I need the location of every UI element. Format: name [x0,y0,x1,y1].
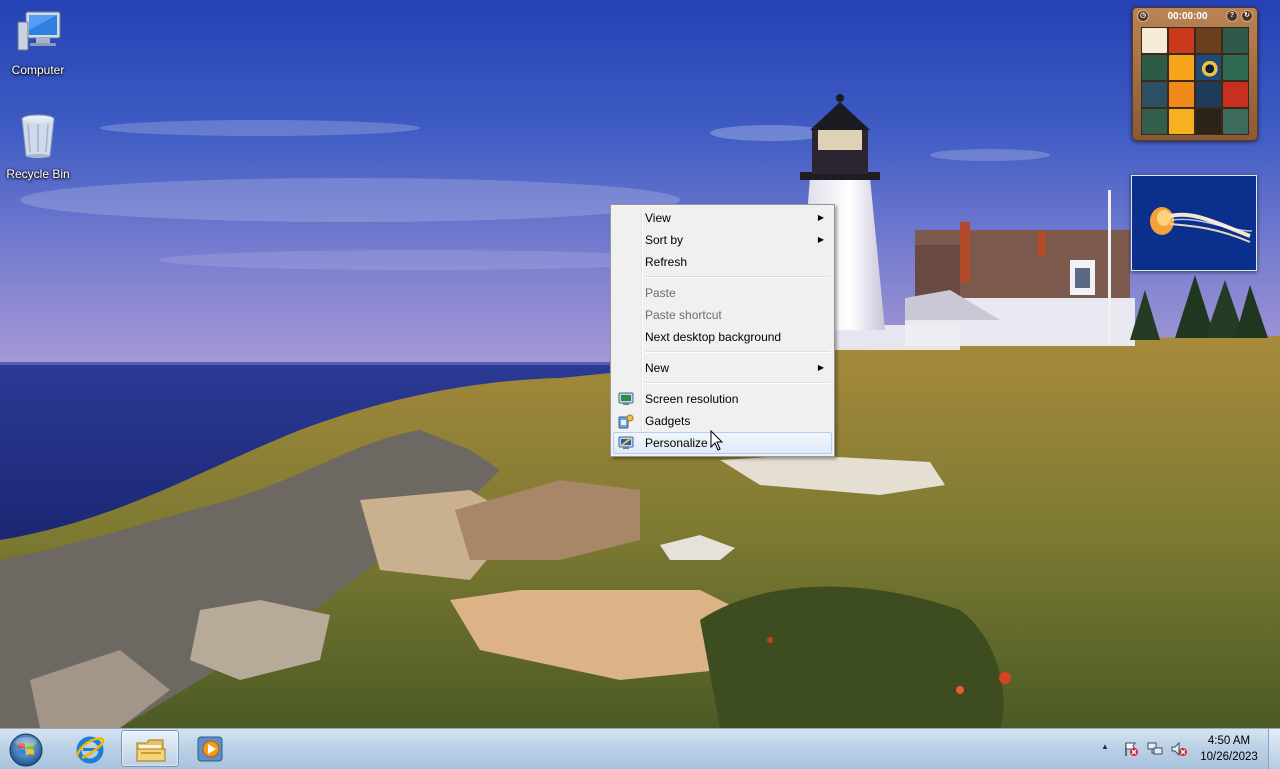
menu-item-label: Paste [645,286,676,300]
puzzle-tile[interactable] [1142,82,1167,107]
puzzle-grid [1141,27,1249,135]
submenu-arrow-icon: ▶ [817,363,824,372]
slideshow-gadget[interactable] [1131,175,1257,271]
internet-explorer-icon [75,736,105,764]
puzzle-tile[interactable] [1169,28,1194,53]
puzzle-timer-icon[interactable]: ◷ [1137,10,1149,22]
puzzle-tile[interactable] [1223,109,1248,134]
puzzle-solve-icon[interactable]: ↻ [1241,10,1253,22]
puzzle-help-icon[interactable]: ? [1226,10,1238,22]
screen-resolution-icon [618,392,634,405]
puzzle-tile[interactable] [1142,55,1167,80]
puzzle-tile[interactable] [1169,82,1194,107]
menu-separator [645,351,830,353]
menu-item-paste[interactable]: Paste [613,282,832,304]
taskbar-windows-explorer[interactable] [121,730,179,767]
taskbar: ▲ 4:50 AM 10/26/2023 [0,728,1280,769]
menu-item-paste-shortcut[interactable]: Paste shortcut [613,304,832,326]
show-hidden-icons-button[interactable]: ▲ [1101,742,1109,751]
menu-item-label: Paste shortcut [645,308,722,322]
media-player-icon [197,736,223,762]
puzzle-tile[interactable] [1196,55,1221,80]
puzzle-tile[interactable] [1196,28,1221,53]
menu-item-sort-by[interactable]: Sort by ▶ [613,229,832,251]
clock-time: 4:50 AM [1207,735,1251,747]
menu-item-label: Personalize [645,436,708,450]
puzzle-tile[interactable] [1196,82,1221,107]
menu-item-refresh[interactable]: Refresh [613,251,832,273]
show-desktop-button[interactable] [1268,729,1280,769]
taskbar-internet-explorer[interactable] [61,730,119,767]
puzzle-buttons: ? ↻ [1226,10,1253,22]
menu-item-gadgets[interactable]: Gadgets [613,410,832,432]
desktop[interactable]: Computer Recycle Bin ◷ 00:00:00 ? ↻ View… [0,0,1280,728]
menu-item-new[interactable]: New ▶ [613,357,832,379]
puzzle-tile[interactable] [1169,55,1194,80]
folder-icon [136,739,166,762]
menu-item-next-desktop-background[interactable]: Next desktop background [613,326,832,348]
menu-item-label: Next desktop background [645,330,782,344]
puzzle-tile[interactable] [1223,55,1248,80]
puzzle-tile[interactable] [1169,109,1194,134]
desktop-icon-label: Computer [11,63,65,77]
mouse-pointer-icon [710,430,724,451]
computer-icon [17,11,61,51]
puzzle-timer: 00:00:00 [1167,10,1208,22]
menu-item-screen-resolution[interactable]: Screen resolution [613,388,832,410]
menu-item-view[interactable]: View ▶ [613,207,832,229]
puzzle-tile[interactable] [1223,28,1248,53]
clock-date: 10/26/2023 [1200,751,1258,763]
jellyfish-photo [1132,176,1256,270]
menu-separator [645,276,830,278]
submenu-arrow-icon: ▶ [817,213,824,222]
menu-item-label: Refresh [645,255,688,269]
desktop-icon-label: Recycle Bin [6,167,70,181]
desktop-icon-recycle-bin[interactable]: Recycle Bin [0,112,76,181]
desktop-context-menu: View ▶ Sort by ▶ Refresh Paste Paste sho… [610,204,835,457]
submenu-arrow-icon: ▶ [817,235,824,244]
menu-item-label: Gadgets [645,414,691,428]
desktop-icon-computer[interactable]: Computer [0,8,76,77]
taskbar-windows-media-player[interactable] [181,730,239,767]
start-button[interactable] [6,731,46,767]
network-icon[interactable] [1147,741,1163,757]
menu-item-label: New [645,361,670,375]
gadgets-icon [618,414,634,429]
action-center-icon[interactable] [1123,741,1139,757]
menu-item-label: Sort by [645,233,684,247]
menu-item-label: Screen resolution [645,392,739,406]
menu-separator [645,382,830,384]
menu-item-label: View [645,211,671,225]
puzzle-tile[interactable] [1142,109,1167,134]
puzzle-toolbar: ◷ 00:00:00 ? ↻ [1133,8,1257,24]
taskbar-clock[interactable]: 4:50 AM 10/26/2023 [1196,733,1262,765]
picture-puzzle-gadget[interactable]: ◷ 00:00:00 ? ↻ [1132,7,1258,141]
puzzle-tile[interactable] [1196,109,1221,134]
volume-muted-icon[interactable] [1171,741,1187,757]
puzzle-tile[interactable] [1223,82,1248,107]
recycle-bin-icon [21,114,55,158]
puzzle-tile[interactable] [1142,28,1167,53]
personalize-icon [618,436,634,449]
